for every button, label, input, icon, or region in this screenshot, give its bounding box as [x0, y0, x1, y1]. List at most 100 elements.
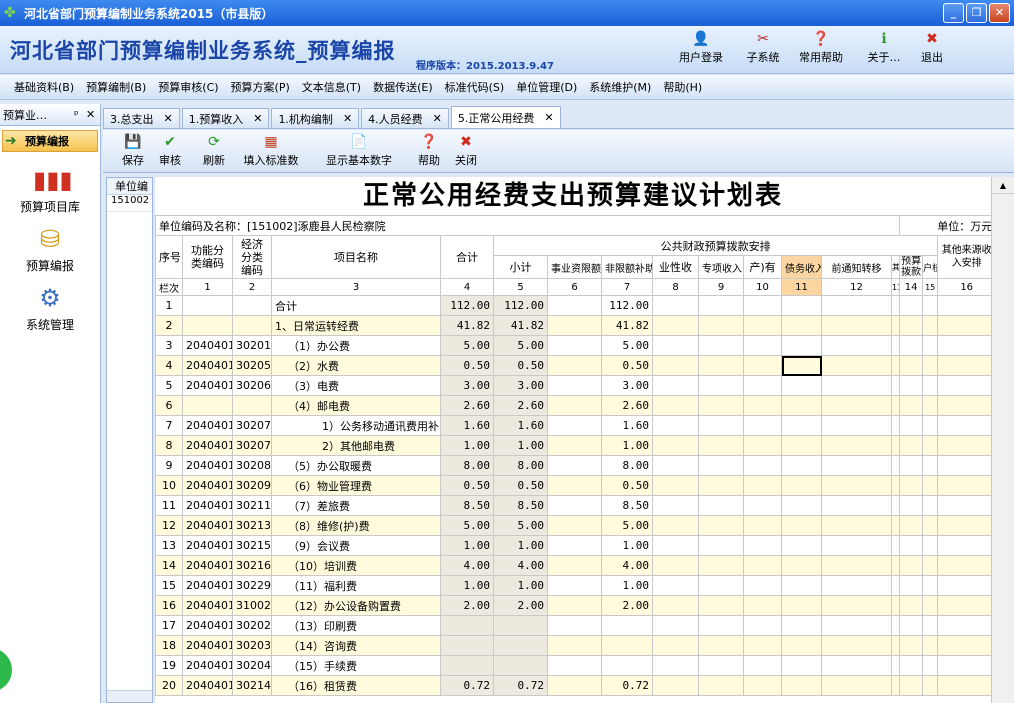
- table-cell[interactable]: （2）水费: [271, 355, 441, 376]
- table-cell[interactable]: [698, 455, 744, 476]
- table-cell[interactable]: （9）会议费: [271, 535, 441, 556]
- table-cell[interactable]: [698, 375, 744, 396]
- table-cell[interactable]: [890, 435, 901, 456]
- table-cell[interactable]: 8.50: [601, 495, 653, 516]
- close-icon[interactable]: ✕: [253, 112, 262, 125]
- subsystem-button[interactable]: ✂ 子系统: [738, 31, 788, 69]
- table-cell[interactable]: [652, 515, 699, 536]
- tab-total-expense[interactable]: 3.总支出 ✕: [103, 108, 180, 128]
- menu-unit-mgmt[interactable]: 单位管理(D): [510, 79, 583, 95]
- table-cell[interactable]: [899, 475, 924, 496]
- table-cell[interactable]: 2040401: [182, 535, 233, 556]
- table-cell[interactable]: [821, 375, 892, 396]
- table-cell[interactable]: 41.82: [601, 315, 653, 336]
- table-cell[interactable]: 31002: [232, 595, 272, 616]
- table-cell[interactable]: 0.50: [493, 355, 548, 376]
- table-cell[interactable]: 5.00: [493, 335, 548, 356]
- save-button[interactable]: 💾 保存: [119, 134, 147, 168]
- table-cell[interactable]: 8.00: [493, 455, 548, 476]
- table-cell[interactable]: 6: [155, 395, 183, 416]
- table-cell[interactable]: [652, 635, 699, 656]
- table-cell[interactable]: [652, 655, 699, 676]
- table-cell[interactable]: [899, 575, 924, 596]
- table-cell[interactable]: （13）印刷费: [271, 615, 441, 636]
- table-cell[interactable]: [440, 635, 494, 656]
- table-cell[interactable]: [821, 555, 892, 576]
- table-cell[interactable]: [937, 335, 991, 356]
- menu-data-transfer[interactable]: 数据传送(E): [367, 79, 439, 95]
- table-cell[interactable]: [890, 495, 901, 516]
- table-cell[interactable]: [937, 555, 991, 576]
- table-cell[interactable]: 112.00: [440, 295, 494, 316]
- table-cell[interactable]: 30229: [232, 575, 272, 596]
- table-cell[interactable]: [698, 575, 744, 596]
- menu-help[interactable]: 帮助(H): [657, 79, 708, 95]
- table-cell[interactable]: 2040401: [182, 575, 233, 596]
- table-cell[interactable]: 13: [155, 535, 183, 556]
- table-cell[interactable]: [698, 315, 744, 336]
- table-cell[interactable]: [781, 395, 822, 416]
- menu-budget-plan[interactable]: 预算方案(P): [225, 79, 296, 95]
- table-cell[interactable]: 9: [155, 455, 183, 476]
- table-cell[interactable]: 30208: [232, 455, 272, 476]
- table-cell[interactable]: [899, 595, 924, 616]
- table-cell[interactable]: 30214: [232, 675, 272, 696]
- table-cell[interactable]: 112.00: [601, 295, 653, 316]
- table-cell[interactable]: 30207: [232, 435, 272, 456]
- close-icon[interactable]: ✕: [164, 112, 173, 125]
- table-cell[interactable]: [743, 555, 782, 576]
- table-cell[interactable]: [781, 455, 822, 476]
- horizontal-scrollbar[interactable]: [107, 690, 152, 702]
- minimize-button[interactable]: _: [943, 3, 964, 23]
- table-cell[interactable]: [547, 395, 602, 416]
- table-cell[interactable]: [922, 615, 939, 636]
- table-cell[interactable]: [899, 375, 924, 396]
- table-cell[interactable]: 17: [155, 615, 183, 636]
- table-cell[interactable]: [743, 435, 782, 456]
- table-cell[interactable]: 1.00: [440, 575, 494, 596]
- table-cell[interactable]: [698, 675, 744, 696]
- table-cell[interactable]: 2040401: [182, 355, 233, 376]
- nav-budget-submit[interactable]: ⛁ 预算编报: [0, 225, 100, 274]
- table-cell[interactable]: [821, 435, 892, 456]
- table-cell[interactable]: [899, 655, 924, 676]
- table-cell[interactable]: [922, 655, 939, 676]
- table-cell[interactable]: [652, 575, 699, 596]
- table-cell[interactable]: [652, 455, 699, 476]
- about-button[interactable]: ℹ 关于…: [862, 31, 906, 69]
- table-cell[interactable]: [899, 555, 924, 576]
- table-cell[interactable]: [698, 555, 744, 576]
- table-cell[interactable]: 3: [155, 335, 183, 356]
- table-cell[interactable]: [652, 475, 699, 496]
- table-cell[interactable]: [781, 355, 822, 376]
- close-icon[interactable]: ✕: [544, 111, 553, 124]
- table-cell[interactable]: 41.82: [493, 315, 548, 336]
- table-cell[interactable]: [232, 295, 272, 316]
- table-cell[interactable]: （14）咨询费: [271, 635, 441, 656]
- table-row[interactable]: 3 2040401 30201 （1）办公费 5.00 5.00 5.00: [155, 335, 991, 356]
- close-icon[interactable]: ✕: [433, 112, 442, 125]
- table-cell[interactable]: 0.72: [440, 675, 494, 696]
- table-cell[interactable]: 1.00: [601, 575, 653, 596]
- table-cell[interactable]: [781, 615, 822, 636]
- table-cell[interactable]: [890, 675, 901, 696]
- table-cell[interactable]: [922, 675, 939, 696]
- table-cell[interactable]: [547, 495, 602, 516]
- table-cell[interactable]: [821, 415, 892, 436]
- table-cell[interactable]: [899, 635, 924, 656]
- table-row[interactable]: 4 2040401 30205 （2）水费 0.50 0.50 0.50: [155, 355, 991, 376]
- table-cell[interactable]: [937, 575, 991, 596]
- table-cell[interactable]: [781, 555, 822, 576]
- table-cell[interactable]: 11: [155, 495, 183, 516]
- table-cell[interactable]: [601, 615, 653, 636]
- table-cell[interactable]: [821, 675, 892, 696]
- table-cell[interactable]: （11）福利费: [271, 575, 441, 596]
- table-cell[interactable]: [698, 435, 744, 456]
- table-cell[interactable]: [547, 555, 602, 576]
- table-cell[interactable]: [232, 315, 272, 336]
- table-cell[interactable]: 10: [155, 475, 183, 496]
- table-cell[interactable]: [440, 655, 494, 676]
- table-cell[interactable]: [890, 595, 901, 616]
- table-cell[interactable]: 16: [155, 595, 183, 616]
- table-cell[interactable]: [547, 435, 602, 456]
